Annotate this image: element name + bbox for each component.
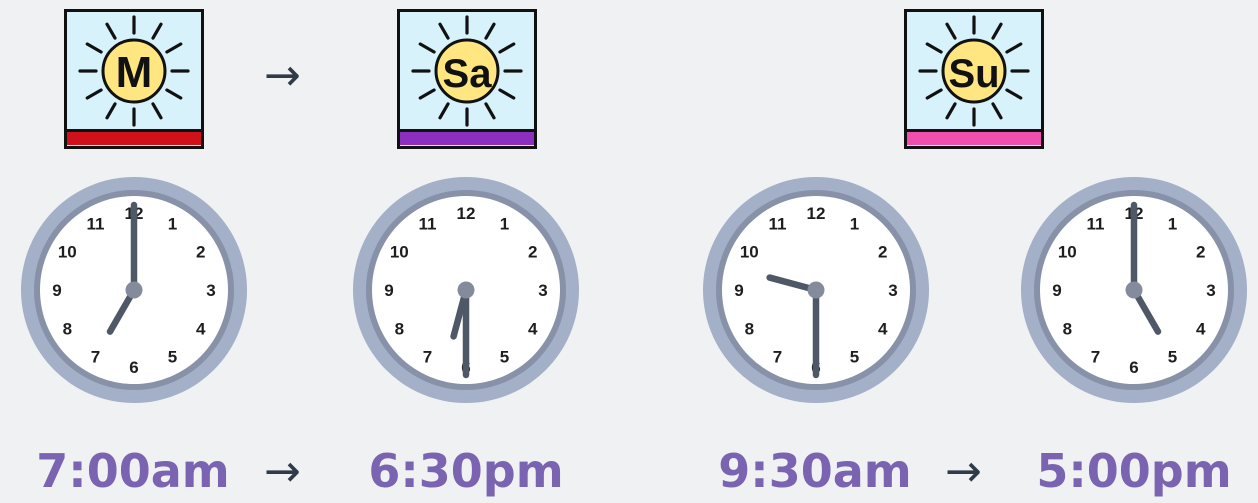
dial-number: 4 bbox=[196, 320, 206, 339]
dial-number: 3 bbox=[1206, 281, 1215, 300]
dial-number: 2 bbox=[878, 243, 887, 262]
dial-number: 5 bbox=[1168, 348, 1177, 367]
clock-pivot bbox=[125, 281, 143, 299]
dial-number: 7 bbox=[423, 348, 432, 367]
dial-number: 7 bbox=[773, 348, 782, 367]
dial-number: 9 bbox=[1052, 281, 1061, 300]
clock-saturday-end: 121234567891011 bbox=[353, 177, 579, 403]
clock-sunday-start: 121234567891011 bbox=[703, 177, 929, 403]
dial-number: 5 bbox=[500, 348, 509, 367]
dial-number: 2 bbox=[196, 243, 205, 262]
dial-number: 12 bbox=[807, 204, 826, 223]
dial-number: 11 bbox=[419, 214, 437, 233]
time-label-sunday-start: 9:30am bbox=[718, 444, 912, 498]
day-color-bar bbox=[67, 132, 201, 145]
day-label: Su bbox=[948, 52, 999, 96]
clock-pivot bbox=[1125, 281, 1143, 299]
dial-number: 3 bbox=[206, 281, 215, 300]
dial-number: 9 bbox=[52, 281, 61, 300]
dial-number: 4 bbox=[528, 320, 538, 339]
day-icon-monday: M bbox=[64, 9, 204, 149]
day-color-bar bbox=[907, 132, 1041, 145]
dial-number: 10 bbox=[58, 243, 77, 262]
dial-number: 8 bbox=[1063, 320, 1072, 339]
dial-number: 1 bbox=[1168, 214, 1177, 233]
time-label-monday-start: 7:00am bbox=[36, 444, 230, 498]
dial-number: 3 bbox=[888, 281, 897, 300]
day-color-bar bbox=[400, 132, 534, 145]
clock-pivot bbox=[807, 281, 825, 299]
dial-number: 8 bbox=[63, 320, 72, 339]
dial-number: 10 bbox=[390, 243, 409, 262]
arrow-icon: → bbox=[945, 446, 982, 497]
day-icon-saturday: Sa bbox=[397, 9, 537, 149]
dial-number: 1 bbox=[500, 214, 509, 233]
arrow-icon: → bbox=[264, 50, 301, 101]
clock-sunday-end: 121234567891011 bbox=[1021, 177, 1247, 403]
dial-number: 12 bbox=[457, 204, 476, 223]
dial-number: 11 bbox=[769, 214, 787, 233]
dial-number: 7 bbox=[91, 348, 100, 367]
dial-number: 8 bbox=[745, 320, 754, 339]
dial-number: 5 bbox=[168, 348, 177, 367]
clock-monday-start: 121234567891011 bbox=[21, 177, 247, 403]
dial-number: 10 bbox=[1058, 243, 1077, 262]
day-label: Sa bbox=[443, 52, 493, 96]
dial-number: 9 bbox=[734, 281, 743, 300]
dial-number: 1 bbox=[168, 214, 177, 233]
dial-number: 1 bbox=[850, 214, 859, 233]
day-label: M bbox=[116, 48, 153, 97]
dial-number: 11 bbox=[1087, 214, 1105, 233]
dial-number: 2 bbox=[1196, 243, 1205, 262]
time-label-saturday-end: 6:30pm bbox=[368, 444, 564, 498]
dial-number: 4 bbox=[878, 320, 888, 339]
dial-number: 6 bbox=[1129, 358, 1138, 377]
dial-number: 11 bbox=[87, 214, 105, 233]
dial-number: 6 bbox=[129, 358, 138, 377]
dial-number: 4 bbox=[1196, 320, 1206, 339]
dial-number: 8 bbox=[395, 320, 404, 339]
day-icon-sunday: Su bbox=[904, 9, 1044, 149]
dial-number: 2 bbox=[528, 243, 537, 262]
dial-number: 5 bbox=[850, 348, 859, 367]
arrow-icon: → bbox=[264, 446, 301, 497]
dial-number: 9 bbox=[384, 281, 393, 300]
dial-number: 7 bbox=[1091, 348, 1100, 367]
time-label-sunday-end: 5:00pm bbox=[1036, 444, 1232, 498]
dial-number: 3 bbox=[538, 281, 547, 300]
dial-number: 10 bbox=[740, 243, 759, 262]
clock-pivot bbox=[457, 281, 475, 299]
